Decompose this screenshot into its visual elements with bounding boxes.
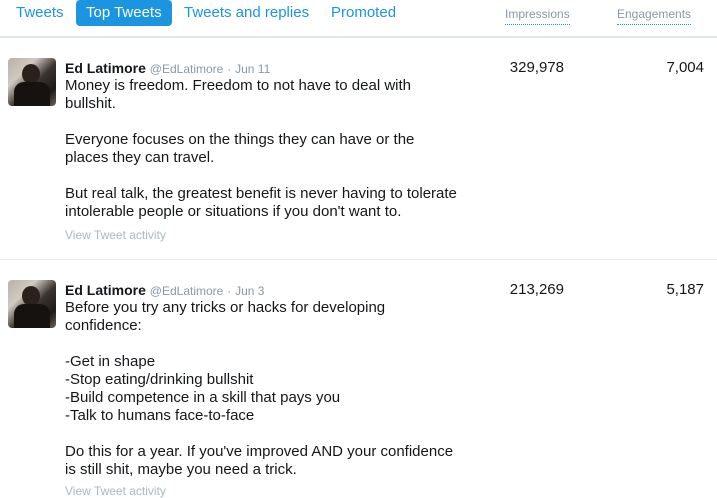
engagements-column-header[interactable]: Engagements xyxy=(617,7,692,25)
avatar[interactable] xyxy=(8,280,56,328)
tweet-text: Money is freedom. Freedom to not have to… xyxy=(65,77,457,220)
tab-top-tweets[interactable]: Top Tweets xyxy=(76,0,172,26)
avatar[interactable] xyxy=(8,58,56,106)
tab-bar: Tweets Top Tweets Tweets and replies Pro… xyxy=(0,0,717,38)
engagements-value: 7,004 xyxy=(666,59,704,76)
impressions-value: 329,978 xyxy=(509,59,564,76)
tweet-text: Before you try any tricks or hacks for d… xyxy=(65,299,454,478)
author-handle[interactable]: @EdLatimore xyxy=(150,62,224,76)
author-name[interactable]: Ed Latimore xyxy=(65,60,146,76)
tab-promoted[interactable]: Promoted xyxy=(321,0,406,26)
impressions-value: 213,269 xyxy=(509,281,564,298)
impressions-column-header[interactable]: Impressions xyxy=(505,7,570,25)
tweet-date-separator: · xyxy=(227,284,232,298)
engagements-value: 5,187 xyxy=(666,281,704,298)
author-name[interactable]: Ed Latimore xyxy=(65,282,146,298)
tab-tweets[interactable]: Tweets xyxy=(6,0,74,26)
tweet-date-separator: · xyxy=(227,62,232,76)
view-tweet-activity-link[interactable]: View Tweet activity xyxy=(65,484,166,498)
tweet-header: Ed Latimore @EdLatimore · Jun 11 xyxy=(65,59,270,78)
tweet-date[interactable]: Jun 3 xyxy=(235,284,264,298)
row-divider xyxy=(0,259,717,260)
tweet-header: Ed Latimore @EdLatimore · Jun 3 xyxy=(65,281,264,300)
tab-tweets-and-replies[interactable]: Tweets and replies xyxy=(174,0,319,26)
tweet-date[interactable]: Jun 11 xyxy=(235,62,270,76)
view-tweet-activity-link[interactable]: View Tweet activity xyxy=(65,228,166,242)
author-handle[interactable]: @EdLatimore xyxy=(150,284,224,298)
